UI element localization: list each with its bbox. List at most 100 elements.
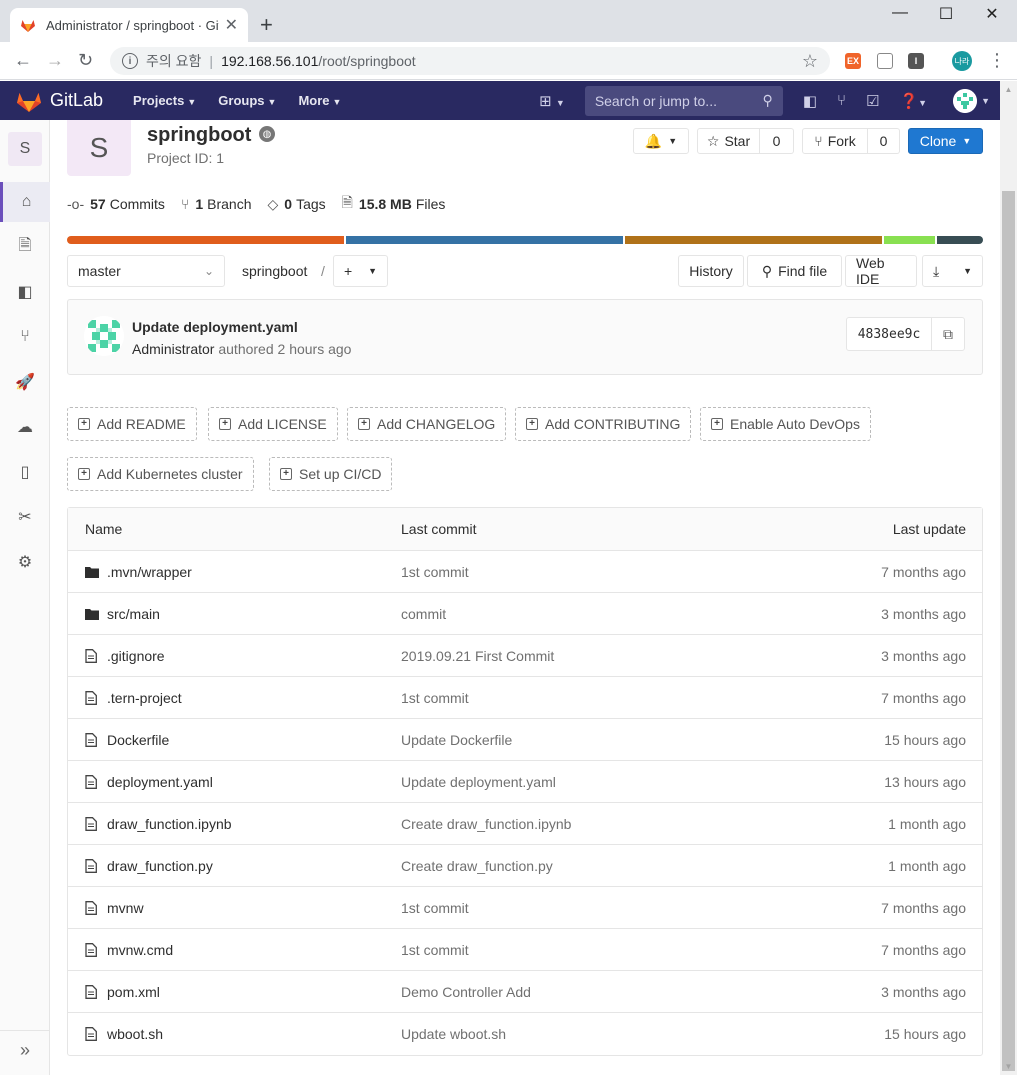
last-commit-cell[interactable]: 1st commit (401, 677, 469, 718)
language-segment[interactable] (67, 236, 344, 244)
bookmark-star-icon[interactable]: ☆ (802, 51, 818, 72)
commit-sha[interactable]: 4838ee9c (846, 317, 932, 351)
sidebar-item-snippets[interactable]: ✂ (0, 497, 50, 537)
last-commit-cell[interactable]: 2019.09.21 First Commit (401, 635, 554, 676)
file-name-cell[interactable]: .mvn/wrapper (85, 551, 192, 592)
breadcrumb-project[interactable]: springboot (242, 263, 307, 279)
add-contributing-button[interactable]: + Add CONTRIBUTING (515, 407, 692, 441)
table-row[interactable]: wboot.sh Update wboot.sh 15 hours ago (68, 1013, 982, 1055)
scroll-thumb[interactable] (1002, 191, 1015, 1071)
language-segment[interactable] (883, 236, 935, 244)
info-icon[interactable]: i (122, 53, 138, 69)
sidebar-item-wiki[interactable]: ▯ (0, 452, 50, 492)
add-changelog-button[interactable]: + Add CHANGELOG (347, 407, 507, 441)
file-name-cell[interactable]: Dockerfile (85, 719, 169, 760)
copy-sha-button[interactable]: ⧉ (931, 317, 965, 351)
menu-more[interactable]: More ▼ (298, 93, 341, 108)
window-close-icon[interactable]: ✕ (969, 4, 1015, 24)
back-icon[interactable]: ← (14, 50, 32, 71)
minimize-icon[interactable]: — (877, 4, 923, 22)
last-commit-cell[interactable]: Demo Controller Add (401, 971, 531, 1012)
new-item-plus-icon[interactable]: ⊞ ▼ (539, 92, 565, 110)
maximize-icon[interactable]: ☐ (923, 4, 969, 24)
help-icon[interactable]: ❓▼ (899, 92, 927, 110)
files-link[interactable]: 🗎 15.8 MB Files (342, 192, 446, 216)
issues-icon[interactable]: ◧ (803, 92, 817, 110)
last-commit-cell[interactable]: Create draw_function.py (401, 845, 553, 886)
url-bar[interactable]: i 주의 요함 | 192.168.56.101 /root/springboo… (110, 47, 830, 75)
set-up-cicd-button[interactable]: + Set up CI/CD (269, 457, 393, 491)
language-segment[interactable] (936, 236, 983, 244)
download-button[interactable]: ⤓ ▼ (922, 255, 983, 287)
last-commit-cell[interactable]: 1st commit (401, 887, 469, 928)
extension-icon[interactable]: EX (845, 53, 861, 69)
new-tab-icon[interactable]: + (260, 12, 273, 38)
file-name-cell[interactable]: .gitignore (85, 635, 165, 676)
table-row[interactable]: deployment.yaml Update deployment.yaml 13 … (68, 761, 982, 803)
clone-button[interactable]: Clone ▼ (908, 128, 983, 154)
repository-languages-bar[interactable] (67, 236, 983, 244)
file-name-cell[interactable]: mvnw (85, 887, 144, 928)
scroll-down-arrow-icon[interactable]: ▼ (1000, 1058, 1017, 1075)
scroll-up-arrow-icon[interactable]: ▲ (1000, 81, 1017, 98)
star-button[interactable]: ☆ Star (697, 128, 760, 154)
fork-count[interactable]: 0 (868, 128, 900, 154)
page-scrollbar[interactable]: ▲ ▼ (1000, 81, 1017, 1075)
gitlab-home-link[interactable]: GitLab (16, 89, 103, 113)
chrome-profile-avatar[interactable]: 나라 (952, 51, 972, 71)
last-commit-cell[interactable]: 1st commit (401, 551, 469, 592)
merge-requests-icon[interactable]: ⑂ (837, 92, 846, 109)
file-name-cell[interactable]: wboot.sh (85, 1013, 163, 1055)
sidebar-item-operations[interactable]: ☁ (0, 407, 50, 447)
cast-icon[interactable] (877, 53, 893, 69)
sidebar-item-merge-requests[interactable]: ⑂ (0, 317, 50, 357)
last-commit-cell[interactable]: 1st commit (401, 929, 469, 970)
menu-projects[interactable]: Projects ▼ (133, 93, 196, 108)
user-menu[interactable]: ▼ (947, 88, 990, 113)
tags-link[interactable]: ◇ 0 Tags (268, 192, 326, 216)
add-readme-button[interactable]: + Add README (67, 407, 197, 441)
web-ide-button[interactable]: Web IDE (845, 255, 917, 287)
commit-author[interactable]: Administrator (132, 341, 214, 357)
file-name-cell[interactable]: mvnw.cmd (85, 929, 173, 970)
menu-groups[interactable]: Groups ▼ (218, 93, 276, 108)
browser-tab[interactable]: Administrator / springboot · GitLab ✕ (10, 8, 248, 42)
table-row[interactable]: .gitignore 2019.09.21 First Commit 3 month… (68, 635, 982, 677)
collapse-sidebar-button[interactable]: » (0, 1030, 50, 1070)
file-name-cell[interactable]: deployment.yaml (85, 761, 213, 802)
sidebar-project-avatar[interactable]: S (8, 132, 42, 166)
notification-button[interactable]: 🔔 ▼ (633, 128, 689, 154)
language-segment[interactable] (624, 236, 882, 244)
commit-title[interactable]: Update deployment.yaml (132, 319, 298, 335)
add-license-button[interactable]: + Add LICENSE (208, 407, 338, 441)
last-commit-cell[interactable]: commit (401, 593, 446, 634)
forward-icon[interactable]: → (46, 50, 64, 71)
history-button[interactable]: History (678, 255, 744, 287)
file-name-cell[interactable]: pom.xml (85, 971, 160, 1012)
find-file-button[interactable]: ⚲ Find file (747, 255, 842, 287)
sidebar-item-cicd[interactable]: 🚀 (0, 362, 50, 402)
reload-icon[interactable]: ↻ (78, 50, 93, 71)
language-segment[interactable] (345, 236, 623, 244)
file-name-cell[interactable]: .tern-project (85, 677, 182, 718)
last-commit-cell[interactable]: Update Dockerfile (401, 719, 512, 760)
table-row[interactable]: .tern-project 1st commit 7 months ago (68, 677, 982, 719)
last-commit-cell[interactable]: Update wboot.sh (401, 1013, 506, 1055)
table-row[interactable]: pom.xml Demo Controller Add 3 months ago (68, 971, 982, 1013)
add-to-tree-button[interactable]: + ▼ (333, 255, 388, 287)
sidebar-item-repository[interactable]: 🗎 (0, 227, 50, 267)
branch-selector[interactable]: master ⌄ (67, 255, 225, 287)
add-kubernetes-cluster-button[interactable]: + Add Kubernetes cluster (67, 457, 254, 491)
file-name-cell[interactable]: draw_function.ipynb (85, 803, 232, 844)
enable-auto-devops-button[interactable]: + Enable Auto DevOps (700, 407, 871, 441)
global-search-input[interactable]: Search or jump to... ⚲ (584, 85, 783, 116)
table-row[interactable]: .mvn/wrapper 1st commit 7 months ago (68, 551, 982, 593)
last-commit-cell[interactable]: Create draw_function.ipynb (401, 803, 571, 844)
reader-icon[interactable]: I (908, 53, 924, 69)
last-commit-cell[interactable]: Update deployment.yaml (401, 761, 556, 802)
star-count[interactable]: 0 (760, 128, 794, 154)
chrome-menu-icon[interactable]: ⋮ (988, 50, 1006, 71)
file-name-cell[interactable]: draw_function.py (85, 845, 213, 886)
table-row[interactable]: draw_function.ipynb Create draw_function.… (68, 803, 982, 845)
branches-link[interactable]: ⑂ 1 Branch (181, 192, 252, 216)
